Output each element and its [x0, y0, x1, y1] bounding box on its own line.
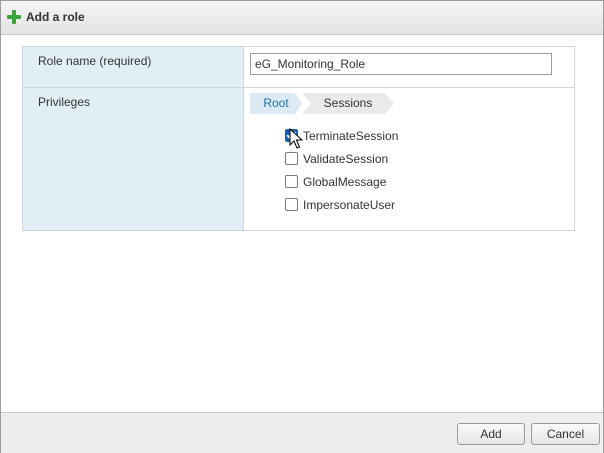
role-name-input[interactable] — [250, 53, 552, 75]
breadcrumb-sessions[interactable]: Sessions — [302, 93, 394, 114]
mouse-cursor-icon — [289, 128, 304, 149]
privileges-label: Privileges — [38, 95, 91, 109]
impersonate-user-checkbox[interactable] — [285, 198, 298, 211]
add-role-dialog: Add a role Role name (required) Privileg… — [0, 0, 604, 453]
dialog-footer: Add Cancel — [1, 412, 603, 453]
global-message-checkbox[interactable] — [285, 175, 298, 188]
terminate-session-label[interactable]: TerminateSession — [303, 128, 398, 144]
validate-session-label[interactable]: ValidateSession — [303, 151, 388, 167]
role-name-row: Role name (required) — [23, 47, 574, 88]
privileges-row: Privileges Root Sessions TerminateSessio… — [23, 88, 574, 230]
breadcrumb-root[interactable]: Root — [250, 93, 302, 114]
validate-session-checkbox[interactable] — [285, 152, 298, 165]
add-button[interactable]: Add — [457, 423, 525, 445]
privileges-label-cell: Privileges — [23, 88, 244, 230]
dialog-titlebar: Add a role — [1, 1, 603, 35]
impersonate-user-label[interactable]: ImpersonateUser — [303, 197, 395, 213]
role-name-label: Role name (required) — [38, 54, 152, 68]
plus-icon — [7, 10, 21, 24]
dialog-title: Add a role — [26, 10, 85, 24]
role-name-label-cell: Role name (required) — [23, 47, 244, 87]
global-message-label[interactable]: GlobalMessage — [303, 174, 386, 190]
cancel-button[interactable]: Cancel — [531, 423, 600, 445]
